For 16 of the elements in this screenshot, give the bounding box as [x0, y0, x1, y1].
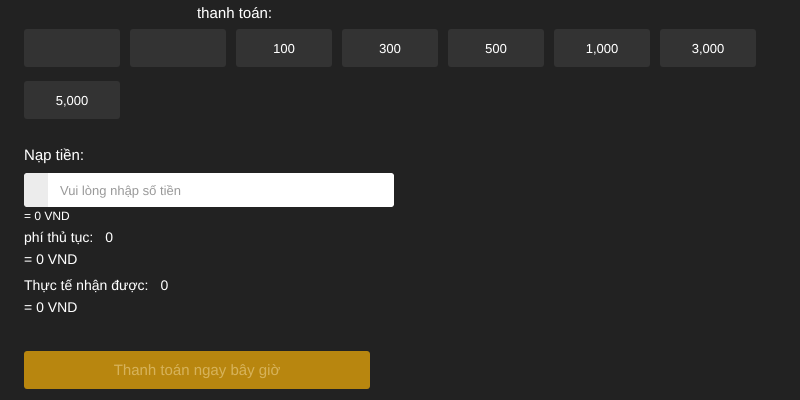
amount-button[interactable]: 3,000 [660, 29, 756, 67]
converted-amount: = 0 VND [24, 251, 78, 267]
amount-label: thanh toán: [197, 4, 272, 22]
converted-amount: = 0 VND [24, 299, 78, 315]
fee-value: 0 [105, 229, 114, 245]
fee-label: phí thủ tục: [24, 229, 94, 245]
deposit-label: Nạp tiền: [24, 146, 84, 164]
amount-button[interactable]: 1,000 [554, 29, 650, 67]
received-label: Thực tế nhận được: [24, 277, 148, 293]
amount-button[interactable]: 100 [236, 29, 332, 67]
amount-input-field[interactable]: Vui lòng nhập số tiền [24, 173, 394, 207]
received-value: 0 [160, 277, 168, 293]
amount-button[interactable]: 500 [448, 29, 544, 67]
amount-button[interactable]: 300 [342, 29, 438, 67]
amount-button[interactable]: 5,000 [24, 81, 120, 119]
converted-amount: = 0 VND [24, 209, 70, 223]
